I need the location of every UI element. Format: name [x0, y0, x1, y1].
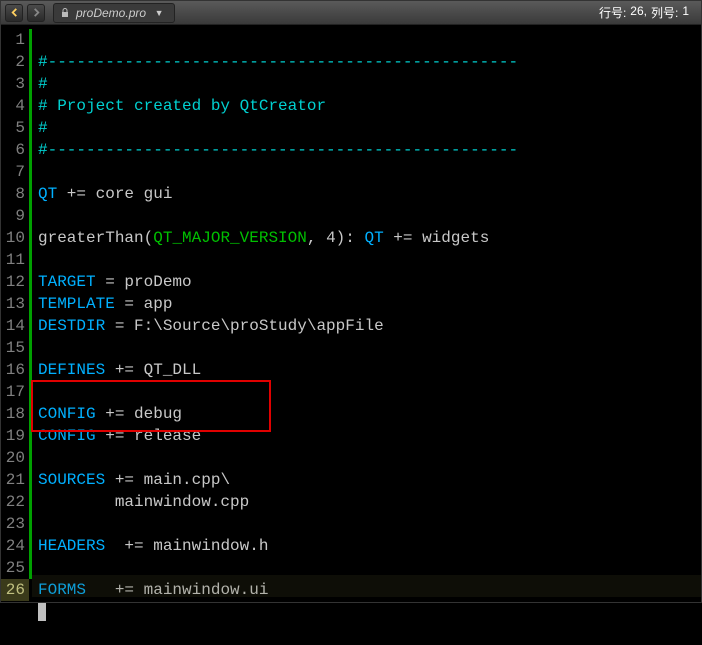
code-line: [38, 339, 48, 357]
line-label: 行号:: [599, 4, 626, 21]
nav-back-button[interactable]: [5, 4, 23, 22]
code-token: TARGET: [38, 273, 96, 291]
code-token: QT_MAJOR_VERSION: [153, 229, 307, 247]
code-token: += release: [96, 427, 202, 445]
line-number: 23: [1, 513, 29, 535]
code-token: DESTDIR: [38, 317, 105, 335]
line-number: 16: [1, 359, 29, 381]
code-area[interactable]: #---------------------------------------…: [32, 25, 701, 602]
code-token: += main.cpp\: [105, 471, 230, 489]
code-line: # Project created by QtCreator: [38, 97, 326, 115]
code-editor[interactable]: 1234567891011121314151617181920212223242…: [1, 25, 701, 602]
code-token: greaterThan: [38, 229, 144, 247]
code-token: CONFIG: [38, 405, 96, 423]
line-number: 4: [1, 95, 29, 117]
line-number: 14: [1, 315, 29, 337]
line-number: 5: [1, 117, 29, 139]
code-token: FORMS: [38, 581, 86, 599]
code-token: = F:\Source\proStudy\appFile: [105, 317, 383, 335]
code-token: , 4):: [307, 229, 365, 247]
line-number: 7: [1, 161, 29, 183]
code-token: HEADERS: [38, 537, 105, 555]
line-number: 18: [1, 403, 29, 425]
code-token: += debug: [96, 405, 182, 423]
code-line: #: [38, 119, 48, 137]
line-value: 26,: [630, 4, 647, 21]
code-line: #---------------------------------------…: [38, 53, 518, 71]
line-number: 22: [1, 491, 29, 513]
line-number: 8: [1, 183, 29, 205]
code-line: [38, 559, 48, 577]
file-tab[interactable]: proDemo.pro ▼: [53, 3, 175, 23]
line-number: 12: [1, 271, 29, 293]
code-token: += widgets: [384, 229, 490, 247]
code-token: SOURCES: [38, 471, 105, 489]
line-number: 26: [1, 579, 29, 601]
arrow-right-icon: [32, 8, 41, 17]
toolbar: proDemo.pro ▼ 行号: 26, 列号: 1: [1, 1, 701, 25]
code-line: #---------------------------------------…: [38, 141, 518, 159]
lock-icon: [60, 8, 70, 18]
line-number: 24: [1, 535, 29, 557]
nav-forward-button[interactable]: [27, 4, 45, 22]
line-number: 19: [1, 425, 29, 447]
code-token: DEFINES: [38, 361, 105, 379]
line-number: 3: [1, 73, 29, 95]
code-line: #: [38, 75, 48, 93]
code-line: mainwindow.cpp: [38, 493, 249, 511]
code-token: += mainwindow.ui: [86, 581, 268, 599]
line-number: 9: [1, 205, 29, 227]
code-line: [38, 515, 48, 533]
chevron-down-icon[interactable]: ▼: [152, 6, 166, 20]
code-token: = app: [115, 295, 173, 313]
line-number: 25: [1, 557, 29, 579]
line-number: 20: [1, 447, 29, 469]
line-number: 11: [1, 249, 29, 271]
file-tab-label: proDemo.pro: [76, 6, 146, 20]
cursor-position-status: 行号: 26, 列号: 1: [599, 4, 697, 21]
line-number: 17: [1, 381, 29, 403]
line-number: 6: [1, 139, 29, 161]
line-number: 10: [1, 227, 29, 249]
code-line: [38, 207, 48, 225]
line-number: 21: [1, 469, 29, 491]
code-token: QT: [38, 185, 57, 203]
line-number: 15: [1, 337, 29, 359]
code-token: QT: [364, 229, 383, 247]
line-number-gutter: 1234567891011121314151617181920212223242…: [1, 25, 29, 602]
text-cursor: [38, 603, 46, 621]
code-line: [38, 449, 48, 467]
col-label: 列号:: [651, 4, 678, 21]
code-line: [38, 251, 48, 269]
code-token: += mainwindow.h: [105, 537, 268, 555]
arrow-left-icon: [10, 8, 19, 17]
col-value: 1: [682, 4, 689, 21]
code-token: (: [144, 229, 154, 247]
line-number: 1: [1, 29, 29, 51]
code-token: TEMPLATE: [38, 295, 115, 313]
code-line: [38, 383, 48, 401]
code-token: = proDemo: [96, 273, 192, 291]
code-token: CONFIG: [38, 427, 96, 445]
code-line: [38, 163, 48, 181]
code-token: += core gui: [57, 185, 172, 203]
line-number: 2: [1, 51, 29, 73]
code-token: += QT_DLL: [105, 361, 201, 379]
line-number: 13: [1, 293, 29, 315]
